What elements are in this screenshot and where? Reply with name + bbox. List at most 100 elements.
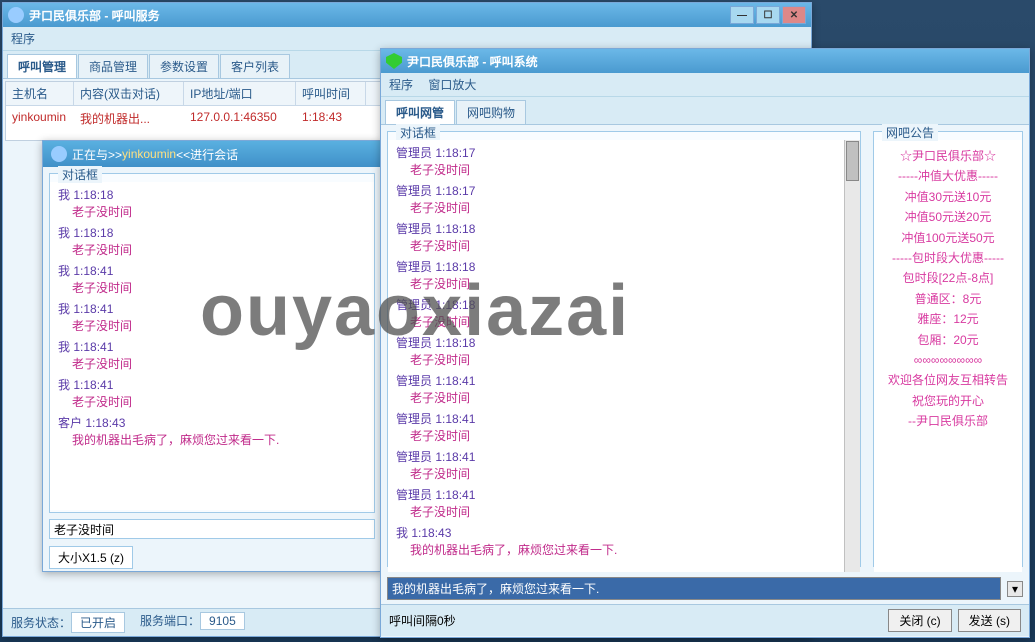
- call-system-window: 尹口民俱乐部 - 呼叫系统 程序 窗口放大 呼叫网管 网吧购物 对话框 管理员 …: [380, 48, 1030, 638]
- announcement-line: 冲值50元送20元: [878, 207, 1018, 227]
- dropdown-arrow-icon[interactable]: ▾: [1007, 581, 1023, 597]
- chat-title-user: yinkoumin: [122, 147, 176, 161]
- message-header: 客户 1:18:43: [58, 414, 366, 431]
- maximize-button[interactable]: ☐: [756, 6, 780, 24]
- message-header: 我 1:18:41: [58, 300, 366, 317]
- tab-customer-list[interactable]: 客户列表: [220, 54, 290, 78]
- message-dropdown[interactable]: 我的机器出毛病了，麻烦您过来看一下.: [387, 577, 1001, 600]
- message-body: 老子没时间: [58, 241, 366, 258]
- announcement-line: 冲值30元送10元: [878, 187, 1018, 207]
- message-header: 我 1:18:18: [58, 186, 366, 203]
- announcement-line: ∞∞∞∞∞∞∞∞: [878, 350, 1018, 370]
- message-header: 管理员 1:18:41: [396, 410, 852, 427]
- announcement-label: 网吧公告: [882, 124, 938, 141]
- chat-title-prefix: 正在与>>: [72, 146, 122, 163]
- interval-label: 呼叫间隔0秒: [389, 612, 882, 629]
- status-port-value: 9105: [200, 612, 245, 630]
- message-body: 老子没时间: [396, 199, 852, 216]
- sys-dialog-label: 对话框: [396, 124, 440, 141]
- message-body: 老子没时间: [58, 279, 366, 296]
- tab-call-mgmt[interactable]: 呼叫管理: [7, 54, 77, 78]
- th-host[interactable]: 主机名: [6, 82, 74, 105]
- size-button[interactable]: 大小X1.5 (z): [49, 546, 133, 569]
- td-ip: 127.0.0.1:46350: [184, 108, 296, 129]
- message-header: 管理员 1:18:18: [396, 296, 852, 313]
- message-header: 管理员 1:18:41: [396, 486, 852, 503]
- menu-program[interactable]: 程序: [11, 32, 35, 46]
- close-button[interactable]: ✕: [782, 6, 806, 24]
- announcement-line: 包厢：20元: [878, 330, 1018, 350]
- message-header: 管理员 1:18:41: [396, 448, 852, 465]
- message-header: 管理员 1:18:41: [396, 372, 852, 389]
- announcement-line: 包时段[22点-8点]: [878, 268, 1018, 288]
- app-icon: [8, 7, 24, 23]
- th-content[interactable]: 内容(双击对话): [74, 82, 184, 105]
- send-button[interactable]: 发送 (s): [958, 609, 1021, 632]
- message-header: 我 1:18:41: [58, 262, 366, 279]
- announcement-line: -----包时段大优惠-----: [878, 248, 1018, 268]
- message-header: 管理员 1:18:18: [396, 220, 852, 237]
- status-port-label: 服务端口：: [140, 614, 200, 628]
- sys-tabs: 呼叫网管 网吧购物: [381, 97, 1029, 125]
- message-header: 我 1:18:41: [58, 376, 366, 393]
- message-body: 我的机器出毛病了，麻烦您过来看一下.: [396, 541, 852, 558]
- message-body: 老子没时间: [58, 355, 366, 372]
- main-titlebar: 尹口民俱乐部 - 呼叫服务 — ☐ ✕: [3, 3, 811, 27]
- chat-icon: [51, 146, 67, 162]
- announcement-line: 雅座：12元: [878, 309, 1018, 329]
- message-header: 我 1:18:43: [396, 524, 852, 541]
- sys-menu-program[interactable]: 程序: [389, 78, 413, 92]
- main-title: 尹口民俱乐部 - 呼叫服务: [29, 7, 730, 24]
- message-body: 老子没时间: [396, 427, 852, 444]
- message-body: 老子没时间: [58, 317, 366, 334]
- message-header: 管理员 1:18:17: [396, 182, 852, 199]
- th-time[interactable]: 呼叫时间: [296, 82, 366, 105]
- scrollbar[interactable]: [844, 140, 860, 572]
- message-body: 老子没时间: [396, 465, 852, 482]
- message-body: 老子没时间: [396, 389, 852, 406]
- message-body: 老子没时间: [396, 503, 852, 520]
- chat-messages[interactable]: 我 1:18:18老子没时间我 1:18:18老子没时间我 1:18:41老子没…: [50, 182, 374, 510]
- message-body: 老子没时间: [396, 161, 852, 178]
- message-header: 管理员 1:18:17: [396, 144, 852, 161]
- chat-input[interactable]: [49, 519, 375, 539]
- announcement-line: --尹口民俱乐部: [878, 411, 1018, 431]
- announcement-line: -----冲值大优惠-----: [878, 166, 1018, 186]
- sys-dialog-groupbox: 对话框 管理员 1:18:17老子没时间管理员 1:18:17老子没时间管理员 …: [387, 131, 861, 567]
- message-body: 老子没时间: [396, 351, 852, 368]
- message-body: 我的机器出毛病了，麻烦您过来看一下.: [58, 431, 366, 448]
- announcement-line: 祝您玩的开心: [878, 391, 1018, 411]
- scrollbar-thumb[interactable]: [846, 141, 859, 181]
- minimize-button[interactable]: —: [730, 6, 754, 24]
- message-header: 管理员 1:18:18: [396, 258, 852, 275]
- td-host: yinkoumin: [6, 108, 74, 129]
- th-ip[interactable]: IP地址/端口: [184, 82, 296, 105]
- message-header: 我 1:18:41: [58, 338, 366, 355]
- sys-bottom-bar: 呼叫间隔0秒 关闭 (c) 发送 (s): [381, 604, 1029, 636]
- announcement-line: 冲值100元送50元: [878, 228, 1018, 248]
- chat-group-label: 对话框: [58, 166, 102, 183]
- shield-icon: [386, 53, 402, 69]
- sys-menubar: 程序 窗口放大: [381, 73, 1029, 97]
- message-body: 老子没时间: [396, 237, 852, 254]
- tab-param-set[interactable]: 参数设置: [149, 54, 219, 78]
- sys-menu-zoom[interactable]: 窗口放大: [428, 78, 476, 92]
- message-header: 我 1:18:18: [58, 224, 366, 241]
- message-header: 管理员 1:18:18: [396, 334, 852, 351]
- announcement-content: ☆尹口民俱乐部☆-----冲值大优惠-----冲值30元送10元冲值50元送20…: [874, 140, 1022, 572]
- chat-groupbox: 对话框 我 1:18:18老子没时间我 1:18:18老子没时间我 1:18:4…: [49, 173, 375, 513]
- td-content: 我的机器出...: [74, 108, 184, 129]
- message-body: 老子没时间: [396, 275, 852, 292]
- message-body: 老子没时间: [396, 313, 852, 330]
- td-time: 1:18:43: [296, 108, 366, 129]
- close-button[interactable]: 关闭 (c): [888, 609, 951, 632]
- chat-titlebar: 正在与>> yinkoumin <<进行会话: [43, 141, 381, 167]
- sys-messages[interactable]: 管理员 1:18:17老子没时间管理员 1:18:17老子没时间管理员 1:18…: [388, 140, 860, 572]
- sys-titlebar: 尹口民俱乐部 - 呼叫系统: [381, 49, 1029, 73]
- tab-product-mgmt[interactable]: 商品管理: [78, 54, 148, 78]
- chat-window: 正在与>> yinkoumin <<进行会话 对话框 我 1:18:18老子没时…: [42, 140, 382, 572]
- announcement-groupbox: 网吧公告 ☆尹口民俱乐部☆-----冲值大优惠-----冲值30元送10元冲值5…: [873, 131, 1023, 567]
- tab-call-admin[interactable]: 呼叫网管: [385, 100, 455, 124]
- tab-shopping[interactable]: 网吧购物: [456, 100, 526, 124]
- announcement-line: ☆尹口民俱乐部☆: [878, 146, 1018, 166]
